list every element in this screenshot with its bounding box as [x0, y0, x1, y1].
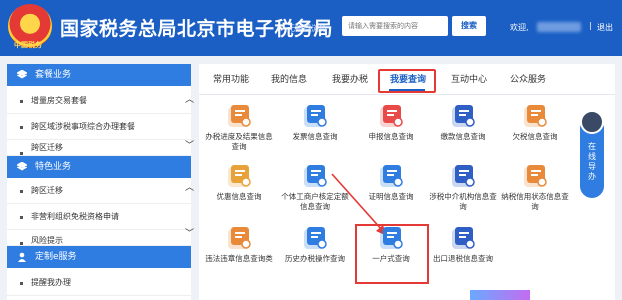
query-tile-label: 纳税信用状态信息查询: [501, 192, 569, 211]
query-tile[interactable]: 申报信息查询: [355, 102, 427, 162]
payment-query-icon: [452, 105, 475, 127]
declaration-query-icon: [380, 105, 403, 127]
query-tile-label: 缴款信息查询: [440, 132, 486, 141]
query-tile[interactable]: 办税进度及结果信息查询: [203, 102, 275, 162]
selected-tile-highlight: [355, 224, 429, 284]
query-tile[interactable]: 历史办税操作查询: [279, 224, 351, 284]
logout-link[interactable]: 退出: [597, 22, 613, 33]
sidebar-group-label: 特色业务: [35, 162, 72, 172]
query-tile-label: 申报信息查询: [368, 132, 414, 141]
query-tile[interactable]: 个体工商户核定定额信息查询: [279, 162, 351, 222]
online-guide-label: 在线导办: [588, 142, 596, 181]
query-tile[interactable]: 优惠信息查询: [203, 162, 275, 222]
individual-business-icon: [304, 165, 327, 187]
query-tile-label: 办税进度及结果信息查询: [205, 132, 273, 151]
query-tile[interactable]: 出口退税信息查询: [427, 224, 499, 284]
certificate-query-icon: [380, 165, 403, 187]
sidebar-group-package[interactable]: 套餐业务: [7, 64, 191, 86]
query-tile[interactable]: 纳税信用状态信息查询: [499, 162, 571, 222]
discount-query-icon: [228, 165, 251, 187]
query-tile[interactable]: 缴款信息查询: [427, 102, 499, 162]
chevron-down-icon[interactable]: ﹀: [185, 226, 194, 239]
robot-avatar-icon: [580, 110, 604, 134]
query-tile-label: 个体工商户核定定额信息查询: [281, 192, 349, 211]
chevron-up-icon[interactable]: ︿: [185, 92, 194, 105]
sidebar-group-label: 定制e服务: [35, 252, 77, 262]
main-panel: 常用功能 我的信息 我要办税 我要查询 互动中心 公众服务 办税进度及结果信息查…: [199, 64, 615, 300]
query-tile-label: 优惠信息查询: [216, 192, 262, 201]
left-sidebar: 套餐业务 增量房交易套餐 跨区域涉税事项综合办理套餐 跨区迁移 ︿ ﹀ 特色业务…: [7, 64, 194, 300]
sidebar-group-label: 套餐业务: [35, 70, 72, 80]
sidebar-item[interactable]: 提醒我办理: [7, 270, 191, 296]
agency-query-icon: [452, 165, 475, 187]
query-tile-label: 出口退税信息查询: [433, 254, 493, 263]
export-refund-icon: [452, 227, 475, 249]
layers-icon: [17, 162, 27, 171]
sidebar-item[interactable]: 跨区迁移: [7, 140, 191, 156]
history-query-icon: [304, 227, 327, 249]
query-tile[interactable]: 违法违章信息查询类: [203, 224, 275, 284]
query-tile-label: 证明信息查询: [368, 192, 414, 201]
query-tile[interactable]: 发票信息查询: [279, 102, 351, 162]
sidebar-item[interactable]: 风险提示: [7, 230, 191, 246]
progress-query-icon: [228, 105, 251, 127]
welcome-text: 欢迎,: [510, 23, 529, 32]
layers-icon: [17, 70, 27, 79]
online-guide-button[interactable]: 在线导办: [580, 110, 604, 198]
chevron-up-icon[interactable]: ︿: [185, 180, 194, 193]
query-tile-label: 涉税中介机构信息查询: [429, 192, 497, 211]
sidebar-item[interactable]: 非营利组织免税资格申请: [7, 204, 191, 230]
site-header: 中国税务 国家税务总局北京市电子税务局 · 无障碍浏览 搜索 欢迎, | 退出: [0, 0, 622, 56]
sidebar-item[interactable]: 跨区迁移: [7, 178, 191, 204]
chevron-down-icon[interactable]: ﹀: [185, 138, 194, 151]
sidebar-group-special[interactable]: 特色业务: [7, 156, 191, 178]
invoice-query-icon: [304, 105, 327, 127]
search-input[interactable]: [342, 16, 448, 36]
query-tile-label: 违法违章信息查询类: [205, 254, 273, 263]
header-separator: |: [589, 21, 592, 30]
credit-status-icon: [524, 165, 547, 187]
query-tile[interactable]: 证明信息查询: [355, 162, 427, 222]
search-button[interactable]: 搜索: [452, 16, 486, 36]
query-tile-label: 发票信息查询: [292, 132, 338, 141]
sidebar-item[interactable]: 跨区域涉税事项综合办理套餐: [7, 114, 191, 140]
violation-query-icon: [228, 227, 251, 249]
query-tile-label: 欠税信息查询: [512, 132, 558, 141]
sidebar-group-custom[interactable]: 定制e服务: [7, 246, 191, 268]
accessibility-link[interactable]: · 无障碍浏览: [282, 23, 327, 34]
emblem-caption: 中国税务: [14, 41, 42, 49]
query-tile[interactable]: 涉税中介机构信息查询: [427, 162, 499, 222]
user-name-redacted: [537, 22, 581, 32]
promo-banner[interactable]: [470, 290, 530, 300]
arrears-query-icon: [524, 105, 547, 127]
user-icon: [18, 252, 26, 262]
query-tile-label: 历史办税操作查询: [285, 254, 345, 263]
query-tile[interactable]: 欠税信息查询: [499, 102, 571, 162]
accessibility-label: 无障碍浏览: [287, 24, 328, 33]
sidebar-item[interactable]: 增量房交易套餐: [7, 88, 191, 114]
